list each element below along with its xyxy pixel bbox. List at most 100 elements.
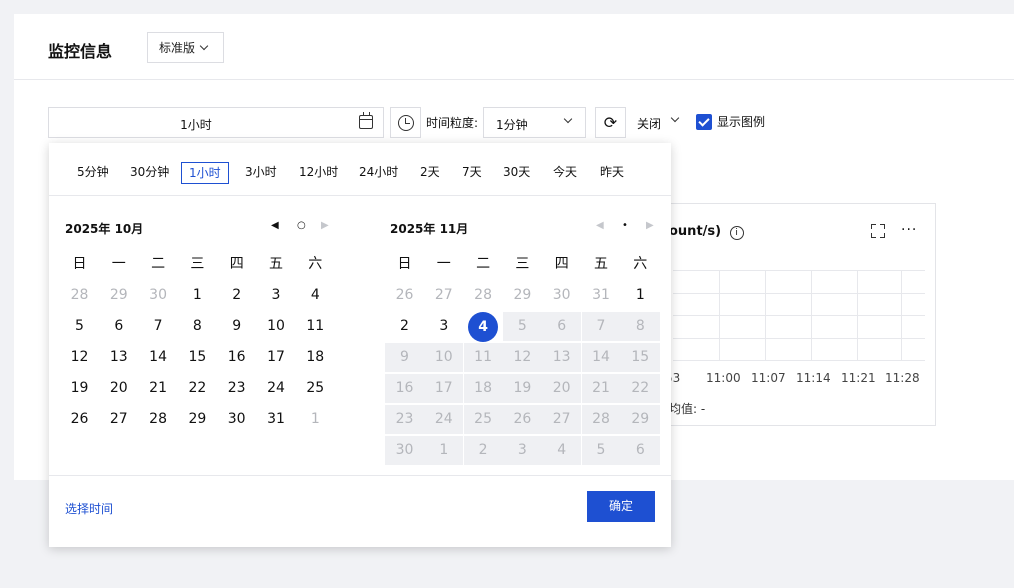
calendar-day-number: 30 <box>552 287 571 303</box>
more-icon[interactable]: ··· <box>901 222 917 238</box>
calendar-day-number: 2 <box>400 318 409 334</box>
calendar-day[interactable]: 28 <box>139 405 178 434</box>
calendar-day[interactable]: 29 <box>99 281 138 310</box>
info-icon[interactable]: i <box>729 226 744 240</box>
calendar-day[interactable]: 17 <box>257 343 296 372</box>
calendar-day[interactable]: 22 <box>178 374 217 403</box>
x-axis-tick: 11:00 <box>706 371 741 385</box>
quick-range-option[interactable]: 7天 <box>455 162 489 184</box>
calendar-day-number: 24 <box>267 380 285 396</box>
calendar-day[interactable]: 26 <box>385 281 424 310</box>
calendar-day-number: 4 <box>468 312 499 342</box>
calendar-day-number: 27 <box>434 287 453 303</box>
calendar-day[interactable]: 29 <box>503 281 542 310</box>
calendar-day[interactable]: 4 <box>296 281 335 310</box>
prev-month-icon[interactable]: ◀ <box>271 220 279 231</box>
calendar-day[interactable]: 24 <box>257 374 296 403</box>
calendar-day[interactable]: 29 <box>178 405 217 434</box>
calendar-day: 2 <box>463 436 503 465</box>
calendar-day: 5 <box>502 312 542 341</box>
calendar-day[interactable]: 23 <box>217 374 256 403</box>
select-time-link[interactable]: 选择时间 <box>65 500 113 517</box>
quick-range-option[interactable]: 2天 <box>413 162 447 184</box>
calendar-day[interactable]: 31 <box>257 405 296 434</box>
prev-month-icon: ◀ <box>596 220 604 231</box>
calendar-day[interactable]: 12 <box>60 343 99 372</box>
calendar-day-number: 14 <box>592 349 610 365</box>
quick-range-option[interactable]: 30天 <box>496 162 537 184</box>
edition-select[interactable]: 标准版 <box>147 32 224 63</box>
auto-refresh-select[interactable]: 关闭 <box>626 107 689 138</box>
calendar-day-today[interactable]: 4 <box>464 312 503 342</box>
calendar-day[interactable]: 28 <box>464 281 503 310</box>
calendar-day[interactable]: 30 <box>217 405 256 434</box>
calendar-day[interactable]: 30 <box>542 281 581 310</box>
calendar-day[interactable]: 11 <box>296 312 335 341</box>
calendar-day[interactable]: 1 <box>621 281 660 310</box>
calendar-day-number: 12 <box>513 349 532 365</box>
calendar-day[interactable]: 16 <box>217 343 256 372</box>
calendar-day-number: 18 <box>306 349 325 365</box>
calendar-day[interactable]: 3 <box>424 312 463 341</box>
calendar-day[interactable]: 30 <box>139 281 178 310</box>
calendar-day[interactable]: 25 <box>296 374 335 403</box>
weekday-header: 三 <box>515 256 530 272</box>
calendar-day[interactable]: 9 <box>217 312 256 341</box>
time-mode-button[interactable] <box>390 107 421 138</box>
calendar-day[interactable]: 15 <box>178 343 217 372</box>
calendar-day[interactable]: 1 <box>178 281 217 310</box>
calendar-day[interactable]: 27 <box>99 405 138 434</box>
calendar-day[interactable]: 20 <box>99 374 138 403</box>
calendar-day: 9 <box>385 343 424 372</box>
chart-title-text: ount/s) <box>669 224 722 239</box>
calendar-day[interactable]: 10 <box>257 312 296 341</box>
calendar-day[interactable]: 5 <box>60 312 99 341</box>
quick-range-option[interactable]: 5分钟 <box>70 162 116 184</box>
calendar-day: 5 <box>581 436 621 465</box>
chevron-down-icon <box>199 41 209 50</box>
granularity-select[interactable]: 1分钟 <box>483 107 586 138</box>
quick-range-option[interactable]: 3小时 <box>238 162 284 184</box>
show-legend-toggle[interactable]: 显示图例 <box>696 113 765 130</box>
quick-range-option[interactable]: 30分钟 <box>123 162 176 184</box>
calendar-day-number: 22 <box>631 380 650 396</box>
calendar-day[interactable]: 2 <box>385 312 424 341</box>
calendar-day[interactable]: 2 <box>217 281 256 310</box>
chart-title: ount/s) i <box>669 224 744 240</box>
calendar-day-number: 2 <box>478 442 488 458</box>
calendar-day-number: 21 <box>592 380 610 396</box>
calendar-day-number: 6 <box>114 318 124 334</box>
calendar-day-number: 13 <box>552 349 571 365</box>
calendar-day[interactable]: 27 <box>424 281 463 310</box>
calendar-day[interactable]: 7 <box>139 312 178 341</box>
calendar-day-number: 29 <box>109 287 128 303</box>
calendar-day: 26 <box>502 405 542 434</box>
calendar-day[interactable]: 3 <box>257 281 296 310</box>
calendar-day[interactable]: 18 <box>296 343 335 372</box>
quick-range-option[interactable]: 12小时 <box>292 162 345 184</box>
calendar-day[interactable]: 14 <box>139 343 178 372</box>
refresh-button[interactable]: ⟳ <box>595 107 626 138</box>
calendar-day[interactable]: 1 <box>296 405 335 434</box>
quick-range-option[interactable]: 昨天 <box>593 162 631 184</box>
calendar-day-number: 4 <box>557 442 567 458</box>
current-month-icon[interactable]: • <box>622 220 628 231</box>
calendar-day[interactable]: 26 <box>60 405 99 434</box>
calendar-day[interactable]: 8 <box>178 312 217 341</box>
average-value: 均值: - <box>669 402 706 416</box>
calendar-day[interactable]: 6 <box>99 312 138 341</box>
calendar-day[interactable]: 13 <box>99 343 138 372</box>
time-range-input[interactable]: 1小时 <box>48 107 384 138</box>
quick-range-option[interactable]: 24小时 <box>352 162 405 184</box>
current-month-icon[interactable]: ○ <box>297 220 306 231</box>
quick-range-option[interactable]: 1小时 <box>181 162 229 184</box>
calendar-day-number: 17 <box>434 380 453 396</box>
confirm-button[interactable]: 确定 <box>587 491 655 522</box>
calendar-day[interactable]: 19 <box>60 374 99 403</box>
fullscreen-icon[interactable] <box>871 224 885 238</box>
calendar-day[interactable]: 31 <box>582 281 621 310</box>
calendar-day[interactable]: 28 <box>60 281 99 310</box>
calendar-day[interactable]: 21 <box>139 374 178 403</box>
quick-range-option[interactable]: 今天 <box>546 162 584 184</box>
show-legend-checkbox[interactable] <box>696 113 712 130</box>
